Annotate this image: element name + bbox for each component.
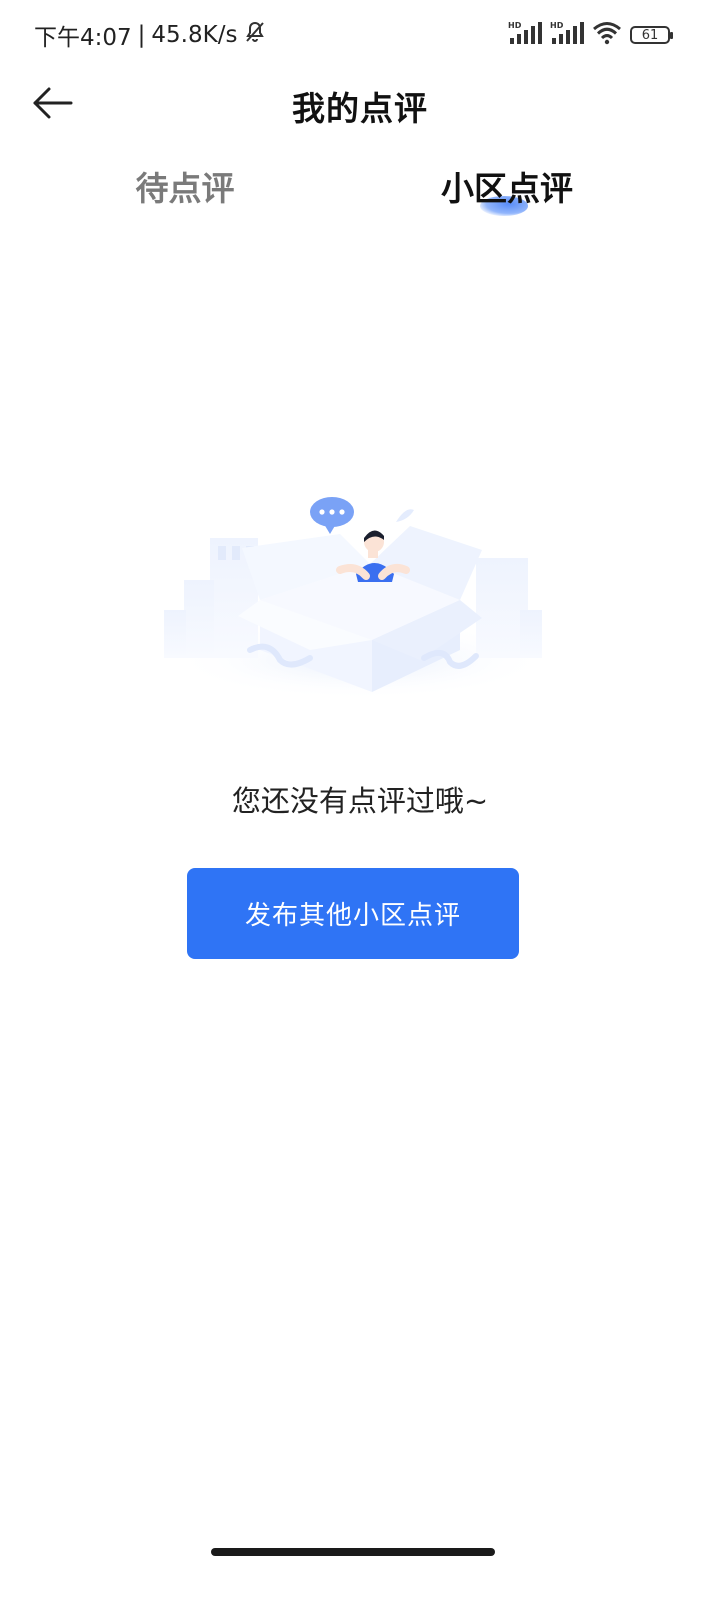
empty-box-illustration — [160, 490, 550, 710]
home-indicator[interactable] — [211, 1548, 495, 1556]
status-right: HD HD 61 — [508, 20, 673, 50]
signal-icon-2: HD — [550, 20, 584, 50]
header: 我的点评 — [0, 68, 720, 138]
signal-hd-label-2: HD — [550, 21, 564, 30]
network-speed: 45.8K/s — [151, 22, 238, 48]
signal-hd-label-1: HD — [508, 21, 522, 30]
tab-bar: 待点评 小区点评 — [0, 150, 720, 230]
wifi-icon — [592, 21, 622, 49]
page-title: 我的点评 — [292, 89, 428, 128]
tab-pending-review[interactable]: 待点评 — [85, 162, 285, 210]
status-time: 下午4:07 — [34, 25, 132, 51]
empty-state-message: 您还没有点评过哦~ — [231, 784, 489, 818]
screen: 下午4:07 | 45.8K/s HD HD 61 我的点评 待点评 小区点评 … — [0, 0, 720, 1600]
status-left: 下午4:07 | 45.8K/s — [34, 18, 267, 52]
bell-off-icon — [243, 20, 267, 50]
signal-icon: HD — [508, 20, 542, 50]
status-separator: | — [137, 22, 146, 48]
battery-level: 61 — [641, 27, 659, 43]
tab-pending-review-label: 待点评 — [135, 169, 235, 208]
battery-icon: 61 — [630, 26, 673, 44]
tab-community-review-label: 小区点评 — [441, 169, 573, 208]
tab-community-review[interactable]: 小区点评 — [407, 162, 607, 210]
publish-review-button[interactable]: 发布其他小区点评 — [187, 868, 519, 959]
status-bar: 下午4:07 | 45.8K/s HD HD 61 — [0, 0, 720, 68]
